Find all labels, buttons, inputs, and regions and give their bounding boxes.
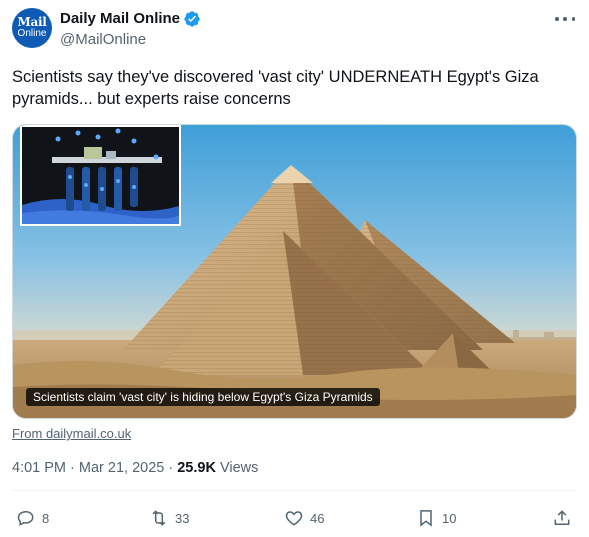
dot bbox=[563, 17, 567, 21]
bookmark-button[interactable]: 10 bbox=[416, 504, 456, 532]
source-link-text[interactable]: From dailymail.co.uk bbox=[12, 426, 131, 441]
underground-structure-illustration bbox=[22, 127, 179, 224]
share-button[interactable] bbox=[552, 504, 572, 532]
dot bbox=[555, 17, 559, 21]
views-count: 25.9K bbox=[177, 460, 216, 476]
reply-button[interactable]: 8 bbox=[16, 504, 49, 532]
media-caption: Scientists claim 'vast city' is hiding b… bbox=[26, 388, 380, 406]
tweet-text: Scientists say they've discovered 'vast … bbox=[12, 68, 539, 108]
repost-icon bbox=[152, 510, 166, 526]
display-name[interactable]: Daily Mail Online bbox=[60, 10, 180, 28]
bookmark-icon bbox=[420, 510, 432, 527]
like-count: 46 bbox=[310, 510, 325, 526]
avatar[interactable]: Mail Online bbox=[12, 8, 52, 48]
verified-badge-icon[interactable] bbox=[183, 10, 201, 28]
handle[interactable]: @MailOnline bbox=[60, 31, 146, 49]
reply-icon bbox=[17, 510, 34, 526]
action-bar: 8 33 46 10 bbox=[12, 504, 577, 532]
more-options-icon[interactable] bbox=[555, 13, 575, 25]
timestamp[interactable]: 4:01 PM · Mar 21, 2025 bbox=[12, 460, 164, 476]
repost-count: 33 bbox=[175, 510, 190, 526]
city-diagram-inset bbox=[20, 125, 181, 226]
tweet-header: Mail Online Daily Mail Online @MailOnlin… bbox=[12, 7, 577, 51]
media-card[interactable]: Scientists claim 'vast city' is hiding b… bbox=[12, 124, 577, 419]
share-icon bbox=[554, 510, 570, 525]
name-row: Daily Mail Online bbox=[60, 10, 201, 28]
tweet-metadata: 4:01 PM · Mar 21, 2025 · 25.9K Views bbox=[12, 459, 258, 477]
heart-icon bbox=[285, 511, 303, 526]
like-button[interactable]: 46 bbox=[284, 504, 324, 532]
reply-count: 8 bbox=[42, 510, 50, 526]
repost-button[interactable]: 33 bbox=[149, 504, 189, 532]
divider bbox=[12, 490, 577, 491]
views-label: Views bbox=[219, 460, 259, 476]
dot bbox=[571, 17, 575, 21]
avatar-text-top: Mail bbox=[17, 15, 47, 29]
bookmark-count: 10 bbox=[442, 510, 457, 526]
meta-separator: · bbox=[168, 460, 174, 476]
link-source[interactable]: From dailymail.co.uk bbox=[12, 426, 131, 442]
avatar-text-bottom: Online bbox=[17, 28, 47, 39]
